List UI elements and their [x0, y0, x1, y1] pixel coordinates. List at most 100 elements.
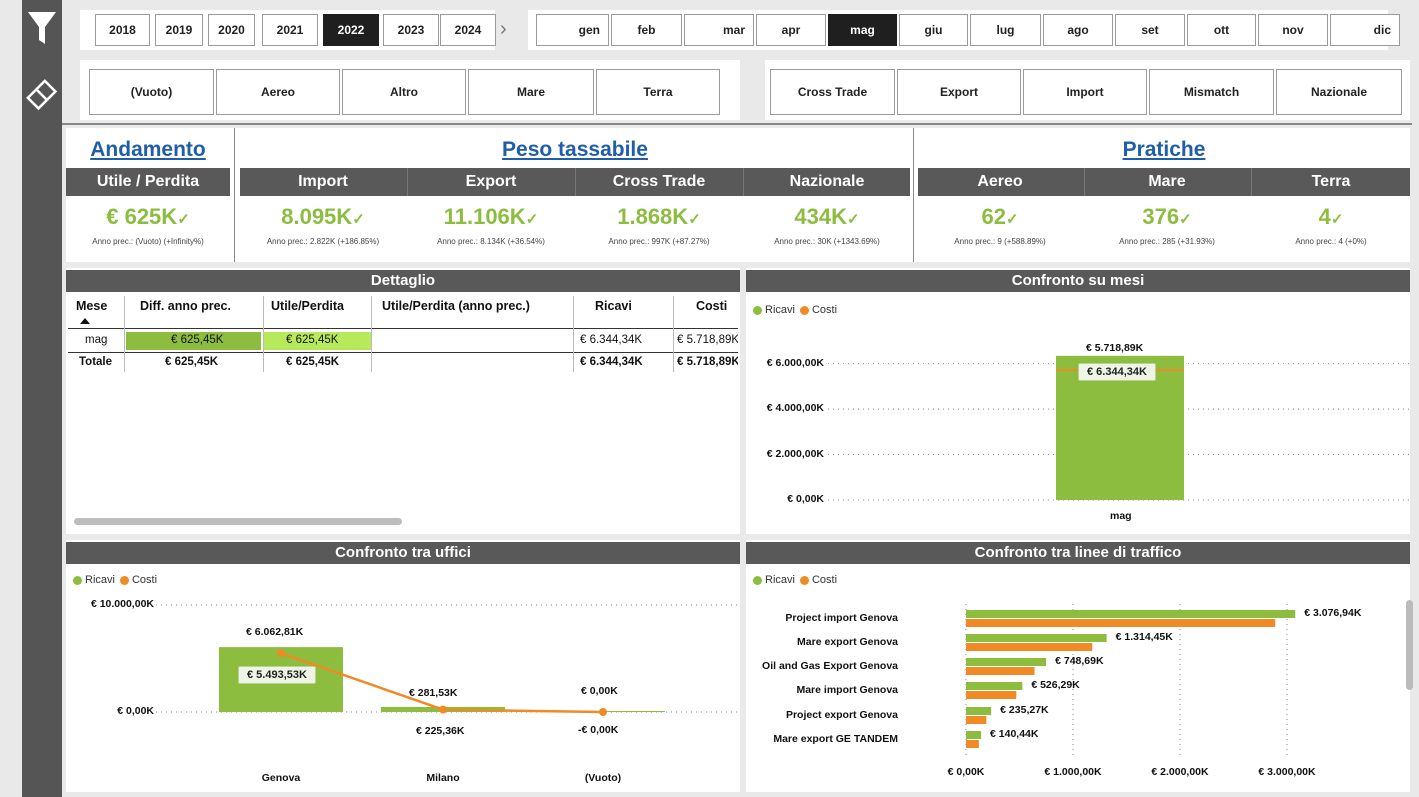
row-ricavi: € 6.344,34K	[580, 334, 643, 346]
check-icon: ✓	[352, 211, 365, 228]
peso-2-value[interactable]: 1.868K✓	[576, 204, 742, 230]
year-button-2023[interactable]: 2023	[383, 14, 439, 46]
y-tick-label: € 0,00K	[787, 493, 824, 505]
month-button-lug[interactable]: lug	[970, 14, 1041, 46]
x-tick-label: mag	[1110, 510, 1132, 522]
peso-1-value[interactable]: 11.106K✓	[408, 204, 574, 230]
left-rail	[22, 0, 62, 797]
peso-0-head: Import	[298, 173, 348, 190]
sort-asc-icon[interactable]	[80, 318, 90, 325]
pratiche-1-value[interactable]: 376✓	[1085, 204, 1249, 230]
uffici-chart	[156, 604, 740, 716]
ricavi-value-label: € 235,27K	[1000, 704, 1049, 716]
year-button-2022[interactable]: 2022	[323, 14, 379, 46]
transport-button[interactable]: Altro	[342, 69, 466, 115]
month-button-dic[interactable]: dic	[1330, 14, 1400, 46]
ricavi-bar	[966, 682, 1023, 690]
divider	[1251, 168, 1252, 196]
peso-3-sub: Anno prec.: 30K (+1343.69%)	[774, 237, 880, 246]
ricavi-legend-dot	[73, 575, 82, 585]
year-button-2019[interactable]: 2019	[155, 14, 203, 46]
transport-button[interactable]: Terra	[596, 69, 720, 115]
month-button-feb[interactable]: feb	[611, 14, 682, 46]
peso-2-head: Cross Trade	[612, 173, 706, 190]
month-button-ott[interactable]: ott	[1187, 14, 1256, 46]
col-divider	[371, 296, 372, 372]
col-header-mese[interactable]: Mese	[76, 299, 107, 313]
legend-ricavi: Ricavi	[765, 304, 795, 316]
vertical-scrollbar[interactable]	[1406, 600, 1413, 690]
eraser-icon[interactable]	[26, 76, 58, 114]
peso-0-value[interactable]: 8.095K✓	[240, 204, 406, 230]
month-button-mar[interactable]: mar	[684, 14, 754, 46]
year-button-2020[interactable]: 2020	[208, 14, 255, 46]
peso-title[interactable]: Peso tassabile	[240, 138, 910, 162]
year-button-2024[interactable]: 2024	[440, 14, 496, 46]
andamento-title[interactable]: Andamento	[66, 138, 230, 162]
costi-bar	[966, 740, 979, 748]
costi-bar	[966, 619, 1276, 627]
legend-costi: Costi	[811, 304, 838, 316]
year-button-2018[interactable]: 2018	[95, 14, 150, 46]
month-button-apr[interactable]: apr	[756, 14, 826, 46]
next-arrow[interactable]: ›	[500, 18, 507, 41]
x-tick-label: € 2.000,00K	[1151, 766, 1209, 778]
col-divider	[124, 296, 125, 372]
row-mese[interactable]: mag	[85, 334, 107, 346]
month-button-gen[interactable]: gen	[536, 14, 609, 46]
trade-button[interactable]: Cross Trade	[770, 69, 895, 115]
ricavi-value-label: € 3.076,94K	[1304, 607, 1362, 619]
transport-button[interactable]: Mare	[468, 69, 594, 115]
peso-3-head: Nazionale	[789, 173, 865, 190]
mesi-legend: Ricavi Costi	[753, 304, 837, 316]
check-icon: ✓	[847, 211, 860, 228]
pratiche-2-value[interactable]: 4✓	[1252, 204, 1410, 230]
x-tick-label: Genova	[261, 772, 301, 784]
category-label: Mare import Genova	[796, 684, 898, 696]
check-icon: ✓	[1330, 211, 1344, 228]
month-button-nov[interactable]: nov	[1258, 14, 1328, 46]
total-ricavi: € 6.344,34K	[580, 356, 643, 368]
month-button-set[interactable]: set	[1115, 14, 1185, 46]
costi-bar	[966, 716, 987, 724]
trade-button[interactable]: Export	[897, 69, 1021, 115]
col-header-diff[interactable]: Diff. anno prec.	[140, 299, 231, 313]
ricavi-bar	[966, 658, 1047, 666]
year-button-2021[interactable]: 2021	[262, 14, 318, 46]
month-button-mag[interactable]: mag	[828, 14, 897, 46]
col-header-ricavi[interactable]: Ricavi	[595, 299, 632, 313]
pratiche-1-head: Mare	[1148, 173, 1186, 190]
category-label: Project import Genova	[785, 612, 898, 624]
x-tick-label: € 0,00K	[947, 766, 985, 778]
y-tick-label: € 2.000,00K	[766, 447, 824, 460]
costi-point	[277, 649, 285, 658]
y-tick-label: € 4.000,00K	[766, 402, 824, 415]
col-header-utile-prec[interactable]: Utile/Perdita (anno prec.)	[382, 299, 530, 313]
pratiche-title[interactable]: Pratiche	[918, 138, 1410, 162]
trade-button[interactable]: Import	[1023, 69, 1147, 115]
peso-1-value-text: 11.106K	[443, 204, 526, 229]
trade-button[interactable]: Nazionale	[1276, 69, 1402, 115]
col-header-utile[interactable]: Utile/Perdita	[271, 299, 344, 313]
legend-ricavi: Ricavi	[85, 574, 115, 586]
month-button-giu[interactable]: giu	[899, 14, 968, 46]
pratiche-2-value-text: 4	[1318, 204, 1331, 229]
month-button-ago[interactable]: ago	[1043, 14, 1113, 46]
pratiche-0-value[interactable]: 62✓	[918, 204, 1082, 230]
divider	[234, 128, 235, 262]
col-header-costi[interactable]: Costi	[696, 299, 727, 313]
peso-3-value[interactable]: 434K✓	[744, 204, 910, 230]
transport-button[interactable]: (Vuoto)	[89, 69, 214, 115]
ricavi-bar	[966, 731, 982, 739]
ricavi-value-label: € 526,29K	[1031, 679, 1080, 691]
horizontal-scrollbar[interactable]	[74, 518, 402, 525]
peso-0-sub: Anno prec.: 2.822K (+186.85%)	[266, 237, 380, 246]
costi-point	[599, 708, 607, 716]
andamento-value[interactable]: € 625K✓	[66, 204, 230, 230]
col-divider	[673, 296, 674, 372]
divider	[743, 168, 744, 196]
filter-icon[interactable]	[26, 10, 58, 48]
transport-button[interactable]: Aereo	[216, 69, 340, 115]
pratiche-1-value-text: 376	[1142, 204, 1180, 229]
trade-button[interactable]: Mismatch	[1149, 69, 1274, 115]
